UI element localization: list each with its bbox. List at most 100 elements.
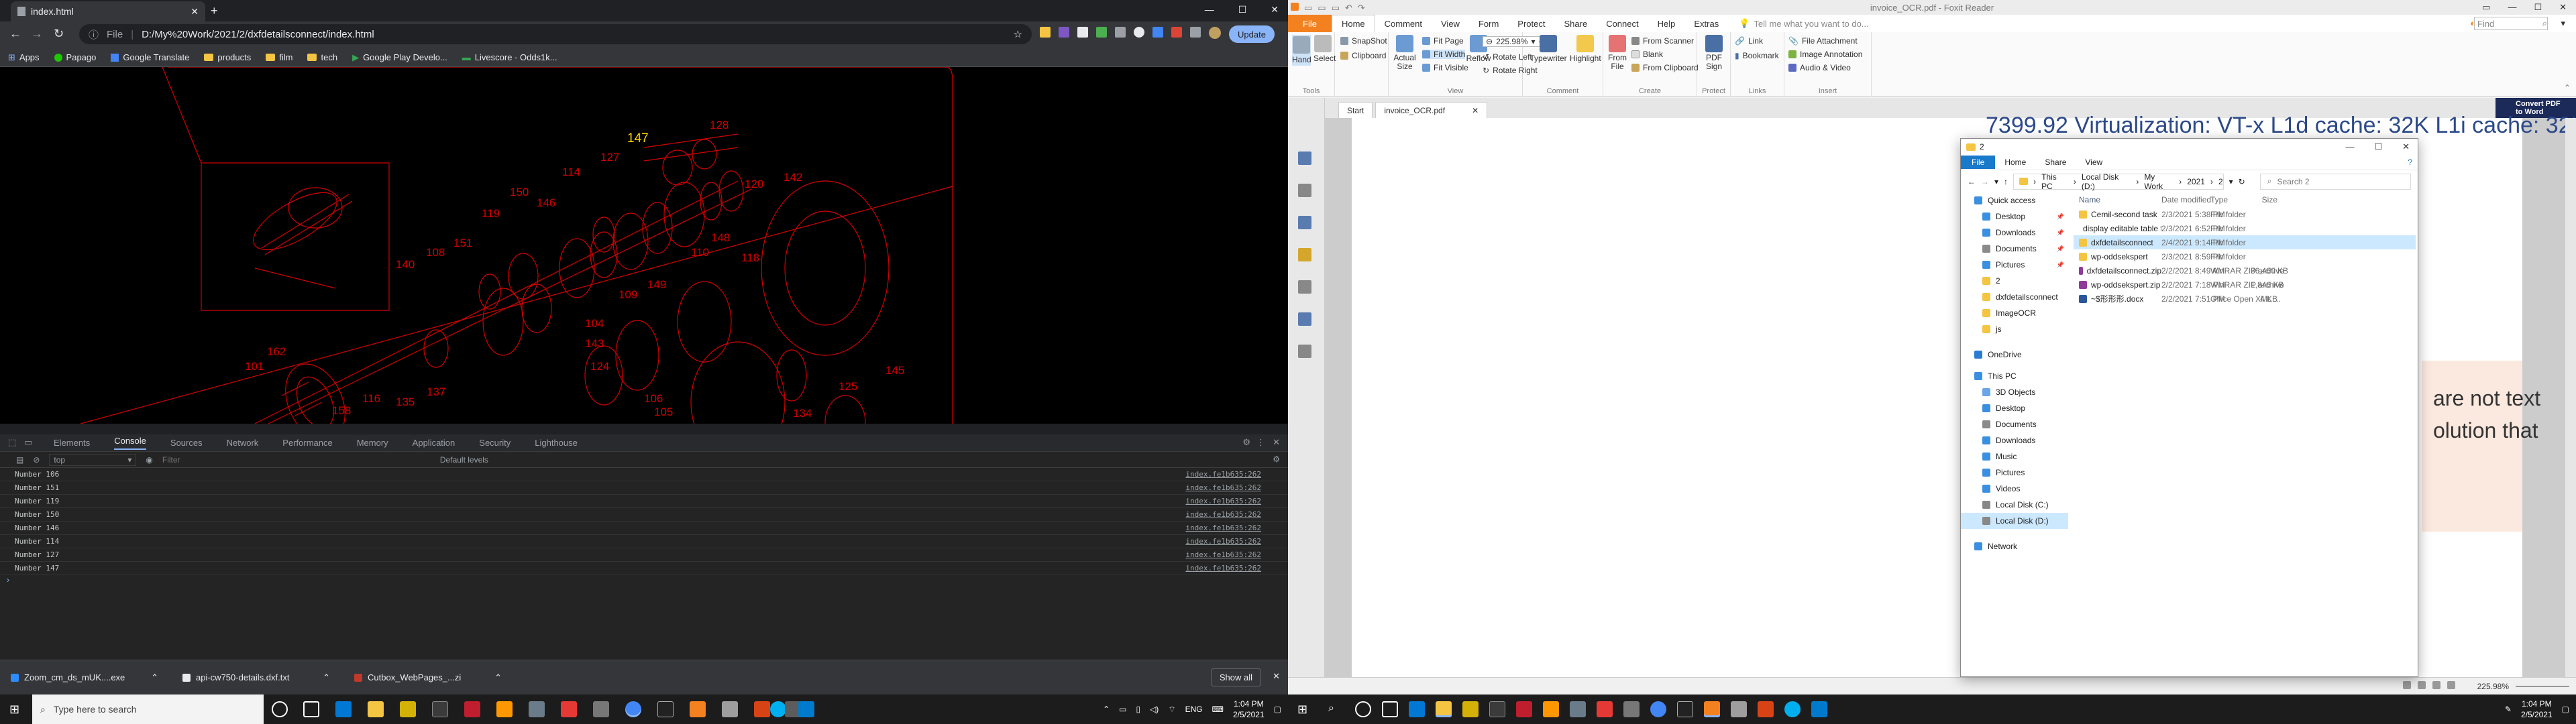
help-icon[interactable]: ? <box>2408 158 2412 167</box>
part-number-label[interactable]: 119 <box>482 207 500 220</box>
windows-start-icon[interactable]: ⊞ <box>1297 703 1307 717</box>
more-icon[interactable]: ⋮ <box>1256 437 1265 448</box>
tab-security[interactable]: Security <box>479 438 511 448</box>
notification-icon[interactable]: ▢ <box>1274 705 1281 714</box>
menu-protect[interactable]: Protect <box>1508 19 1554 29</box>
extension-icon[interactable] <box>1096 27 1107 38</box>
column-size[interactable]: Size <box>2251 195 2277 204</box>
actual-size-button[interactable]: Actual Size <box>1391 35 1418 71</box>
minimize-icon[interactable]: — <box>2345 141 2354 152</box>
explorer-icon[interactable] <box>1436 701 1452 717</box>
part-number-label[interactable]: 158 <box>332 404 351 417</box>
context-select[interactable]: top ▾ <box>49 453 137 466</box>
clear-icon[interactable]: ⊘ <box>33 455 40 465</box>
app-icon[interactable] <box>1623 701 1640 717</box>
up-icon[interactable]: ↑ <box>2004 177 2008 186</box>
menu-share[interactable]: Share <box>1554 19 1597 29</box>
part-number-label[interactable]: 124 <box>590 360 609 373</box>
close-downloads-icon[interactable]: ✕ <box>1273 671 1280 682</box>
column-type[interactable]: Type <box>2210 195 2251 204</box>
part-number-label[interactable]: 150 <box>510 186 529 198</box>
facing-icon[interactable] <box>2432 681 2440 689</box>
from-clipboard-button[interactable]: From Clipboard <box>1631 63 1699 72</box>
extension-icon[interactable] <box>1171 27 1182 38</box>
new-tab-icon[interactable]: + <box>211 4 218 18</box>
console-source-link[interactable]: index.fe1b635:262 <box>1185 564 1261 572</box>
part-number-label[interactable]: 140 <box>396 258 415 271</box>
pdf-sign-button[interactable]: PDF Sign <box>1701 35 1727 71</box>
sticky-icon[interactable] <box>1462 701 1479 717</box>
part-number-label[interactable]: 149 <box>647 278 666 291</box>
part-number-label[interactable]: 109 <box>619 288 637 301</box>
from-scanner-button[interactable]: From Scanner <box>1631 36 1694 46</box>
clipboard-button[interactable]: Clipboard <box>1340 51 1386 60</box>
bookmark-apps[interactable]: ⊞ Apps <box>8 52 40 63</box>
terminal-icon[interactable] <box>432 701 448 717</box>
part-number-label[interactable]: 116 <box>362 392 380 405</box>
breadcrumb-item[interactable]: 2 <box>2218 177 2223 186</box>
part-number-label[interactable]: 120 <box>745 178 763 190</box>
foxit-icon[interactable] <box>561 701 577 717</box>
chrome-icon[interactable] <box>1650 701 1666 717</box>
bookmark-button[interactable]: ▮ Bookmark <box>1735 51 1779 60</box>
mail-icon[interactable] <box>1409 701 1425 717</box>
part-number-label[interactable]: 162 <box>267 345 286 358</box>
nav-item[interactable]: Documents 📌 <box>1961 241 2068 257</box>
menu-view[interactable]: View <box>1432 19 1469 29</box>
nav-item[interactable]: Pictures 📌 <box>1961 257 2068 273</box>
file-row[interactable]: wp-oddsekspert 2/3/2021 8:59 PM File folde… <box>2074 249 2416 263</box>
console-source-link[interactable]: index.fe1b635:262 <box>1185 524 1261 532</box>
breadcrumb-item[interactable]: 2021 <box>2187 177 2205 186</box>
levels-select[interactable]: Default levels <box>440 455 488 465</box>
nav-item[interactable]: dxfdetailsconnect <box>1961 289 2068 305</box>
layers-panel-icon[interactable] <box>1298 216 1311 229</box>
continuous-icon[interactable] <box>2418 681 2426 689</box>
console-prompt[interactable]: › <box>0 575 1288 585</box>
tab-application[interactable]: Application <box>413 438 455 448</box>
extension-icon[interactable] <box>1059 27 1069 38</box>
file-row[interactable]: ~$形形形.docx 2/2/2021 7:51 PM Office Open XM… <box>2074 292 2416 306</box>
nav-item[interactable]: Downloads <box>1961 432 2068 448</box>
blank-button[interactable]: Blank <box>1631 50 1663 59</box>
menu-comment[interactable]: Comment <box>1375 19 1432 29</box>
forward-icon[interactable]: → <box>31 27 43 41</box>
nav-item[interactable]: Local Disk (C:) <box>1961 497 2068 513</box>
from-file-button[interactable]: From File <box>1606 35 1629 71</box>
file-row[interactable]: wp-oddsekspert.zip 2/2/2021 7:18 PM WinRAR… <box>2074 278 2416 292</box>
app-icon[interactable] <box>529 701 545 717</box>
tab-console[interactable]: Console <box>114 436 146 450</box>
filezilla-icon[interactable] <box>1516 701 1532 717</box>
close-devtools-icon[interactable]: ✕ <box>1273 437 1280 448</box>
tab-sources[interactable]: Sources <box>170 438 203 448</box>
keyboard-icon[interactable]: ⌨ <box>1212 705 1224 714</box>
download-item[interactable]: Zoom_cm_ds_mUK....exe ⌃ <box>11 672 158 683</box>
app-icon[interactable] <box>1731 701 1747 717</box>
file-row[interactable]: display editable table from MySQL2/3/202… <box>2074 221 2416 235</box>
part-number-label[interactable]: 147 <box>627 131 649 145</box>
star-icon[interactable]: ☆ <box>1014 28 1022 40</box>
part-number-label[interactable]: 105 <box>654 406 673 418</box>
part-number-label[interactable]: 142 <box>784 171 802 184</box>
app-icon[interactable] <box>722 701 738 717</box>
app-icon[interactable] <box>1758 701 1774 717</box>
chevron-up-icon[interactable]: ⌃ <box>1103 705 1110 714</box>
wifi-icon[interactable]: ⌔ <box>1168 705 1175 715</box>
puzzle-icon[interactable] <box>1190 27 1201 38</box>
extension-icon[interactable] <box>1134 27 1144 38</box>
part-number-label[interactable]: 128 <box>710 119 729 131</box>
console-source-link[interactable]: index.fe1b635:262 <box>1185 510 1261 519</box>
extension-icon[interactable] <box>1077 27 1088 38</box>
part-number-label[interactable]: 118 <box>741 251 759 264</box>
console-filter-input[interactable] <box>162 455 431 465</box>
status-zoom[interactable]: 225.98% <box>2477 682 2509 691</box>
bookmark-film[interactable]: film <box>266 52 292 62</box>
ribbon-tab-file[interactable]: File <box>1961 156 1996 169</box>
cortana-icon[interactable] <box>272 701 288 717</box>
collapse-ribbon-icon[interactable]: ⌃ <box>2564 83 2571 93</box>
part-number-label[interactable]: 134 <box>793 407 812 420</box>
tab-performance[interactable]: Performance <box>282 438 332 448</box>
file-row[interactable]: Cemil-second task 2/3/2021 5:38 PM File fo… <box>2074 207 2416 221</box>
part-number-label[interactable]: 145 <box>885 364 904 377</box>
maximize-icon[interactable]: ☐ <box>2374 141 2382 152</box>
part-number-label[interactable]: 143 <box>585 337 604 350</box>
